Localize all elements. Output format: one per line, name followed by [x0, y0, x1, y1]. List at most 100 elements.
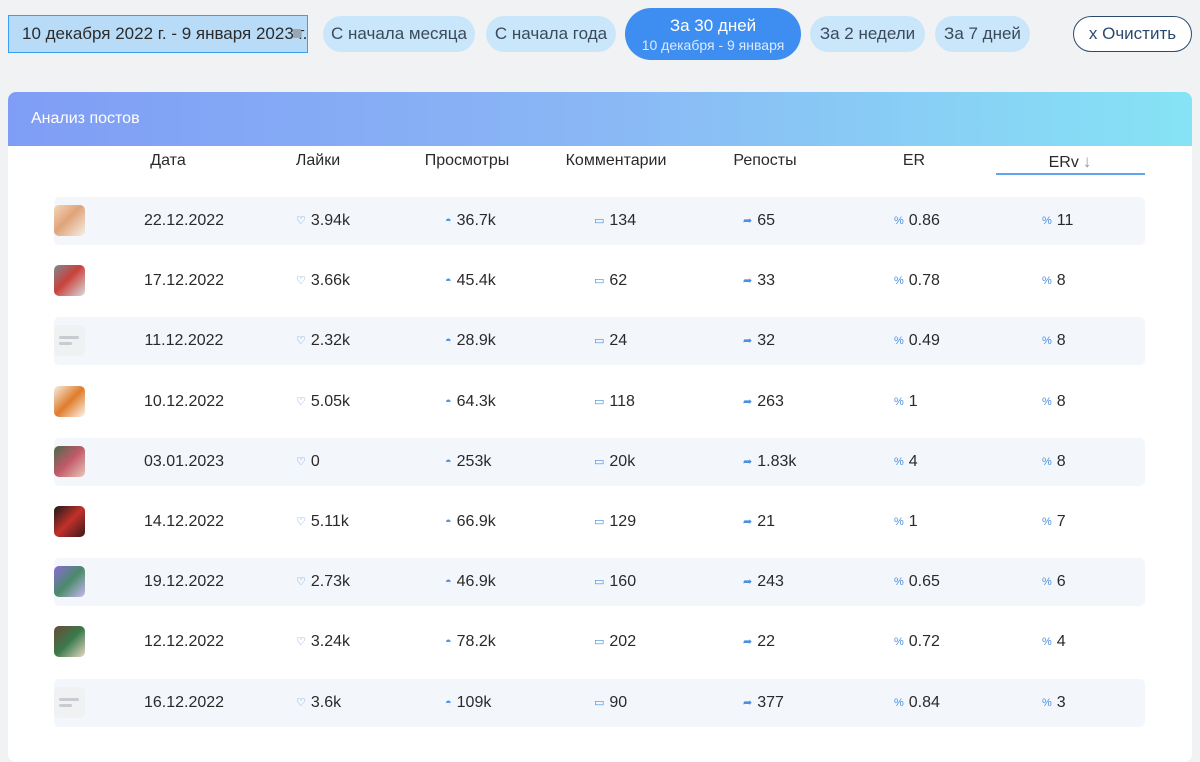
post-comments: ▭ 90 — [594, 679, 627, 727]
last-30-days-button[interactable]: За 30 дней 10 декабря - 9 января — [625, 8, 801, 60]
heart-icon: ♡ — [296, 335, 306, 347]
table-row[interactable]: 17.12.2022 ♡ 3.66k ◓ 45.4k ▭ 62 ➦ 33% 0.78% 8 — [54, 257, 1145, 305]
column-views[interactable]: Просмотры — [397, 152, 537, 170]
post-thumbnail[interactable] — [54, 446, 85, 477]
post-likes-value: 3.66k — [310, 272, 351, 289]
post-thumbnail[interactable] — [54, 205, 85, 236]
from-year-start-button[interactable]: С начала года — [486, 16, 616, 52]
sort-down-icon: ↓ — [1082, 152, 1092, 171]
post-thumbnail[interactable] — [54, 265, 85, 296]
post-views: ◓ 66.9k — [445, 498, 496, 546]
heart-icon: ♡ — [296, 576, 306, 588]
post-er-value: 0.86 — [908, 212, 940, 229]
table-row[interactable]: 22.12.2022 ♡ 3.94k ◓ 36.7k ▭ 134 ➦ 65% 0.86% 11 — [54, 197, 1145, 245]
column-erv[interactable]: ERv ↓ — [1000, 152, 1140, 172]
post-erv: % 8 — [1042, 378, 1066, 426]
percent-icon: % — [1042, 456, 1052, 468]
percent-icon: % — [1042, 576, 1052, 588]
table-row[interactable]: 14.12.2022 ♡ 5.11k ◓ 66.9k ▭ 129 ➦ 21% 1% 7 — [54, 498, 1145, 546]
post-date: 22.12.2022 — [143, 212, 225, 229]
post-reposts-value: 263 — [757, 393, 784, 410]
post-reposts: ➦ 65 — [743, 197, 775, 245]
post-likes-value: 2.32k — [310, 332, 351, 349]
column-comments[interactable]: Комментарии — [546, 152, 686, 170]
post-thumbnail[interactable] — [54, 386, 85, 417]
post-likes-value: 5.11k — [310, 513, 349, 530]
share-icon: ➦ — [743, 697, 753, 709]
column-date[interactable]: Дата — [98, 152, 238, 170]
table-row[interactable]: 19.12.2022 ♡ 2.73k ◓ 46.9k ▭ 160 ➦ 243% 0.65% 6 — [54, 558, 1145, 606]
post-comments-value: 160 — [609, 573, 637, 590]
post-erv: % 6 — [1042, 558, 1066, 606]
heart-icon: ♡ — [296, 215, 306, 227]
post-comments: ▭ 129 — [594, 498, 636, 546]
post-views-value: 66.9k — [456, 513, 496, 530]
post-thumbnail[interactable] — [54, 506, 85, 537]
post-comments-value: 62 — [609, 272, 628, 289]
percent-icon: % — [1042, 396, 1052, 408]
post-erv: % 11 — [1042, 197, 1073, 245]
post-erv: % 8 — [1042, 257, 1066, 305]
column-er[interactable]: ER — [844, 152, 984, 170]
percent-icon: % — [1042, 335, 1052, 347]
post-likes-value: 3.6k — [310, 694, 342, 711]
post-date: 12.12.2022 — [143, 633, 225, 650]
post-views-value: 64.3k — [456, 393, 496, 410]
post-er: % 1 — [894, 378, 918, 426]
percent-icon: % — [894, 636, 904, 648]
from-month-start-button[interactable]: С начала месяца — [323, 16, 475, 52]
comment-icon: ▭ — [594, 516, 605, 528]
post-erv-value: 11 — [1056, 212, 1074, 229]
post-er-value: 4 — [908, 453, 918, 470]
post-likes: ♡ 2.32k — [296, 317, 350, 365]
post-date: 16.12.2022 — [143, 694, 225, 711]
column-likes[interactable]: Лайки — [248, 152, 388, 170]
last-7-days-button[interactable]: За 7 дней — [935, 16, 1030, 52]
percent-icon: % — [894, 697, 904, 709]
post-er: % 1 — [894, 498, 918, 546]
percent-icon: % — [894, 335, 904, 347]
column-reposts[interactable]: Репосты — [695, 152, 835, 170]
clear-button[interactable]: x Очистить — [1073, 16, 1192, 52]
post-erv: % 7 — [1042, 498, 1066, 546]
post-comments: ▭ 24 — [594, 317, 627, 365]
table-row[interactable]: 11.12.2022 ♡ 2.32k ◓ 28.9k ▭ 24 ➦ 32% 0.49% 8 — [54, 317, 1145, 365]
active-sort-underline — [996, 173, 1145, 175]
post-reposts-value: 377 — [757, 694, 784, 711]
post-likes: ♡ 3.66k — [296, 257, 350, 305]
post-views: ◓ 46.9k — [445, 558, 496, 606]
post-thumbnail[interactable] — [54, 566, 85, 597]
table-row[interactable]: 12.12.2022 ♡ 3.24k ◓ 78.2k ▭ 202 ➦ 22% 0.72% 4 — [54, 618, 1145, 666]
post-erv-value: 8 — [1056, 453, 1066, 470]
post-likes: ♡ 0 — [296, 438, 320, 486]
post-likes: ♡ 3.6k — [296, 679, 341, 727]
post-erv: % 3 — [1042, 679, 1066, 727]
post-thumbnail[interactable] — [54, 325, 85, 356]
post-comments: ▭ 62 — [594, 257, 627, 305]
table-row[interactable]: 16.12.2022 ♡ 3.6k ◓ 109k ▭ 90 ➦ 377% 0.84% 3 — [54, 679, 1145, 727]
post-er: % 0.86 — [894, 197, 940, 245]
post-views-value: 109k — [456, 694, 492, 711]
post-views-value: 45.4k — [456, 272, 496, 289]
post-likes: ♡ 3.94k — [296, 197, 350, 245]
post-views: ◓ 253k — [445, 438, 491, 486]
post-erv: % 8 — [1042, 317, 1066, 365]
percent-icon: % — [894, 215, 904, 227]
post-thumbnail[interactable] — [54, 626, 85, 657]
post-views: ◓ 36.7k — [445, 197, 496, 245]
last-2-weeks-button[interactable]: За 2 недели — [810, 16, 925, 52]
table-row[interactable]: 03.01.2023 ♡ 0 ◓ 253k ▭ 20k ➦ 1.83k% 4% 8 — [54, 438, 1145, 486]
post-reposts-value: 21 — [757, 513, 776, 530]
comment-icon: ▭ — [594, 275, 605, 287]
date-range-input[interactable]: 10 декабря 2022 г. - 9 января 2023 г. — [8, 15, 308, 53]
post-thumbnail[interactable] — [54, 687, 85, 718]
post-reposts-value: 243 — [757, 573, 784, 590]
table-row[interactable]: 10.12.2022 ♡ 5.05k ◓ 64.3k ▭ 118 ➦ 263% 1% 8 — [54, 378, 1145, 426]
post-reposts: ➦ 263 — [743, 378, 784, 426]
post-date: 17.12.2022 — [143, 272, 225, 289]
post-erv-value: 8 — [1056, 272, 1066, 289]
post-likes-value: 0 — [310, 453, 320, 470]
post-reposts: ➦ 243 — [743, 558, 784, 606]
post-comments: ▭ 160 — [594, 558, 636, 606]
percent-icon: % — [894, 456, 904, 468]
